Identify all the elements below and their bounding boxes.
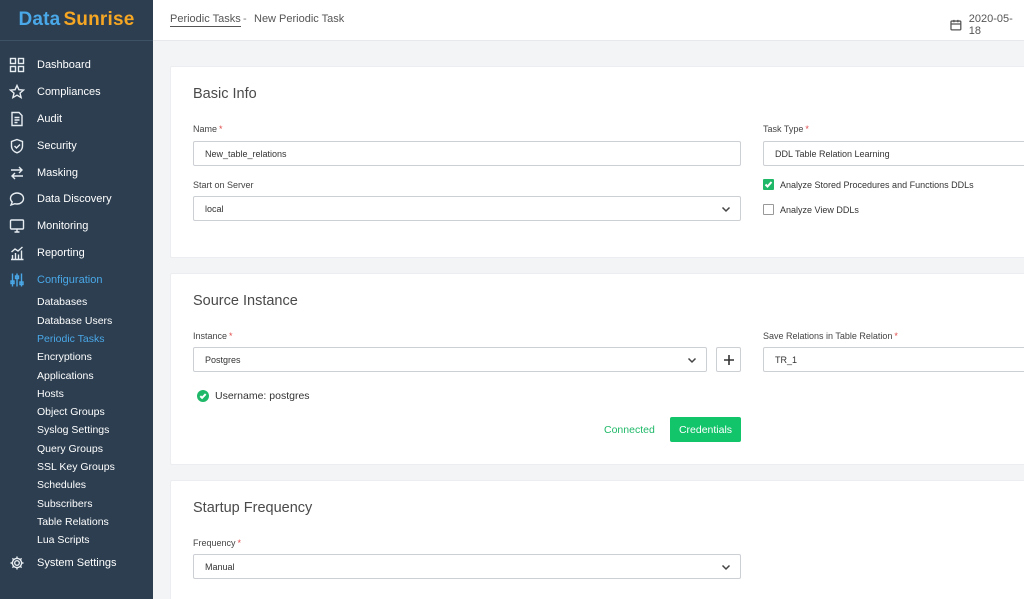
chevron-down-icon: [721, 204, 731, 214]
start-on-server-select[interactable]: local: [193, 196, 741, 221]
save-relations-value: TR_1: [775, 354, 798, 365]
nav-item-label: Monitoring: [37, 220, 89, 233]
basic-info-card: Basic Info Name * New_table_relations Tas…: [170, 66, 1024, 258]
gear-icon: [9, 555, 25, 571]
chevron-down-icon: [687, 355, 697, 365]
date-display: 2020-05-18: [950, 13, 1024, 37]
save-relations-field[interactable]: TR_1: [763, 347, 1024, 372]
connection-status: Connected: [604, 424, 655, 436]
shield-icon: [9, 138, 25, 154]
analyze-procedures-label: Analyze Stored Procedures and Functions …: [780, 179, 974, 190]
nav-item-label: Reporting: [37, 246, 85, 259]
main-nav: Dashboard Compliances Audit Security Mas…: [0, 41, 153, 576]
username-status: Username: postgres: [197, 390, 310, 402]
source-instance-card: Source Instance Instance * Postgres Save …: [170, 273, 1024, 465]
monitor-icon: [9, 218, 25, 234]
checkbox-unchecked-icon: [763, 204, 774, 215]
nav-item-configuration[interactable]: Configuration: [0, 266, 153, 293]
instance-select[interactable]: Postgres: [193, 347, 707, 372]
subnav-item-object-groups[interactable]: Object Groups: [37, 403, 153, 421]
credentials-button[interactable]: Credentials: [670, 417, 741, 442]
breadcrumb-periodic-tasks[interactable]: Periodic Tasks: [170, 13, 241, 27]
name-input[interactable]: New_table_relations: [193, 141, 741, 166]
frequency-select[interactable]: Manual: [193, 554, 741, 579]
configuration-submenu: Databases Database Users Periodic Tasks …: [0, 293, 153, 549]
chat-bubble-icon: [9, 191, 25, 207]
nav-item-masking[interactable]: Masking: [0, 159, 153, 186]
nav-item-label: System Settings: [37, 556, 117, 569]
subnav-item-applications[interactable]: Applications: [37, 366, 153, 384]
startup-frequency-title: Startup Frequency: [193, 500, 313, 516]
instance-label: Instance *: [193, 331, 233, 341]
dashboard-icon: [9, 57, 25, 73]
subnav-item-periodic-tasks[interactable]: Periodic Tasks: [37, 330, 153, 348]
nav-item-label: Security: [37, 139, 77, 152]
plus-icon: [723, 354, 734, 365]
logo[interactable]: Data Sunrise: [0, 0, 153, 41]
nav-item-dashboard[interactable]: Dashboard: [0, 52, 153, 79]
name-label: Name *: [193, 124, 223, 134]
subnav-item-databases[interactable]: Databases: [37, 293, 153, 311]
nav-item-label: Dashboard: [37, 59, 91, 72]
basic-info-title: Basic Info: [193, 86, 257, 102]
nav-item-system-settings[interactable]: System Settings: [0, 549, 153, 576]
frequency-value: Manual: [205, 561, 235, 572]
chevron-down-icon: [721, 562, 731, 572]
analyze-views-checkbox[interactable]: Analyze View DDLs: [763, 204, 859, 215]
nav-item-audit[interactable]: Audit: [0, 106, 153, 133]
subnav-item-encryptions[interactable]: Encryptions: [37, 348, 153, 366]
date-text: 2020-05-18: [968, 13, 1013, 37]
task-type-label: Task Type *: [763, 124, 809, 134]
nav-item-monitoring[interactable]: Monitoring: [0, 213, 153, 240]
nav-item-label: Configuration: [37, 273, 103, 286]
star-icon: [9, 84, 25, 100]
task-type-value: DDL Table Relation Learning: [775, 148, 890, 159]
calendar-icon: [950, 19, 962, 31]
subnav-item-schedules[interactable]: Schedules: [37, 476, 153, 494]
username-text: Username: postgres: [215, 390, 310, 402]
startup-frequency-card: Startup Frequency Frequency * Manual: [170, 480, 1024, 599]
nav-item-label: Masking: [37, 166, 78, 179]
nav-item-reporting[interactable]: Reporting: [0, 240, 153, 267]
source-instance-title: Source Instance: [193, 293, 298, 309]
subnav-item-ssl-key-groups[interactable]: SSL Key Groups: [37, 458, 153, 476]
subnav-item-syslog-settings[interactable]: Syslog Settings: [37, 421, 153, 439]
frequency-label: Frequency *: [193, 538, 242, 548]
chart-icon: [9, 245, 25, 261]
check-circle-icon: [197, 390, 209, 402]
task-type-field[interactable]: DDL Table Relation Learning: [763, 141, 1024, 166]
nav-item-security[interactable]: Security: [0, 132, 153, 159]
checkbox-checked-icon: [763, 179, 774, 190]
breadcrumb-current: New Periodic Task: [254, 13, 345, 25]
sliders-icon: [9, 272, 25, 288]
audit-icon: [9, 111, 25, 127]
subnav-item-lua-scripts[interactable]: Lua Scripts: [37, 531, 153, 549]
start-on-server-label: Start on Server: [193, 180, 254, 190]
save-relations-label: Save Relations in Table Relation *: [763, 331, 898, 341]
add-instance-button[interactable]: [716, 347, 741, 372]
breadcrumb-separator: -: [243, 13, 247, 25]
sidebar: Data Sunrise Dashboard Compliances Audit …: [0, 0, 153, 599]
nav-item-label: Audit: [37, 112, 63, 125]
subnav-item-table-relations[interactable]: Table Relations: [37, 513, 153, 531]
subnav-item-query-groups[interactable]: Query Groups: [37, 440, 153, 458]
swap-arrows-icon: [9, 165, 25, 181]
start-on-server-value: local: [205, 203, 224, 214]
logo-text-sunrise: Sunrise: [63, 9, 135, 30]
analyze-views-label: Analyze View DDLs: [780, 204, 859, 215]
nav-item-data-discovery[interactable]: Data Discovery: [0, 186, 153, 213]
subnav-item-hosts[interactable]: Hosts: [37, 385, 153, 403]
logo-text-data: Data: [18, 9, 61, 30]
nav-item-label: Compliances: [37, 86, 101, 99]
name-input-value: New_table_relations: [205, 148, 287, 159]
instance-value: Postgres: [205, 354, 241, 365]
subnav-item-subscribers[interactable]: Subscribers: [37, 494, 153, 512]
nav-item-compliances[interactable]: Compliances: [0, 79, 153, 106]
nav-item-label: Data Discovery: [37, 193, 112, 206]
top-bar: Periodic Tasks - New Periodic Task 2020-…: [153, 0, 1024, 41]
subnav-item-database-users[interactable]: Database Users: [37, 311, 153, 329]
analyze-procedures-checkbox[interactable]: Analyze Stored Procedures and Functions …: [763, 179, 974, 190]
